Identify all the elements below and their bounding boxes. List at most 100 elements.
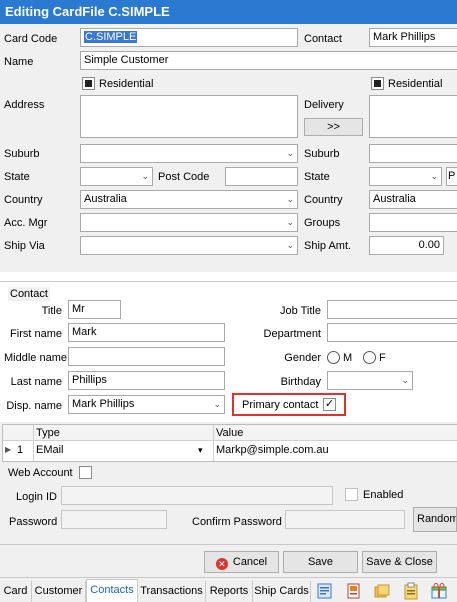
department-label: Department <box>263 328 321 340</box>
web-account-checkbox[interactable] <box>79 466 92 479</box>
primary-contact-label: Primary contact <box>242 399 319 411</box>
login-id-label: Login ID <box>16 491 57 503</box>
groups-input[interactable] <box>369 213 457 232</box>
chevron-down-icon: ⌄ <box>286 217 294 227</box>
delivery-post-code-input[interactable]: P <box>446 167 457 186</box>
state-combo[interactable]: ⌄ <box>80 167 153 186</box>
primary-contact-checkbox[interactable]: ✓ <box>323 398 336 411</box>
contact-group-divider <box>0 281 457 282</box>
cardfile-editor-window: Editing CardFile C.SIMPLE Card Code C.SI… <box>0 0 457 602</box>
chevron-down-icon: ⌄ <box>141 171 149 181</box>
delivery-residential-checkbox[interactable] <box>371 77 384 90</box>
disp-name-combo[interactable]: Mark Phillips ⌄ <box>68 395 225 414</box>
job-title-input[interactable] <box>327 300 457 319</box>
chevron-down-icon: ⌄ <box>401 375 409 385</box>
contact-input[interactable]: Mark Phillips <box>369 28 457 47</box>
password-input[interactable] <box>61 510 167 529</box>
gender-label: Gender <box>284 352 321 364</box>
chevron-down-icon: ⌄ <box>286 240 294 250</box>
chevron-down-icon: ⌄ <box>286 148 294 158</box>
documents-tab-icon[interactable] <box>345 582 363 600</box>
gender-male-label: M <box>343 352 353 364</box>
gender-female-radio[interactable] <box>363 351 376 364</box>
middle-name-input[interactable] <box>68 347 225 366</box>
web-account-label: Web Account <box>8 467 73 479</box>
residential-checkbox[interactable] <box>82 77 95 90</box>
tab-ship-cards[interactable]: Ship Cards <box>253 581 311 602</box>
chevron-down-icon: ⌄ <box>213 399 221 409</box>
card-code-input[interactable]: C.SIMPLE <box>80 28 298 47</box>
name-input[interactable]: Simple Customer <box>80 51 457 70</box>
ship-amt-input[interactable]: 0.00 <box>369 236 444 255</box>
gift-tab-icon[interactable] <box>430 582 448 600</box>
card-code-label: Card Code <box>4 33 58 45</box>
post-code-input[interactable] <box>225 167 298 186</box>
save-button[interactable]: Save <box>283 551 358 573</box>
birthday-picker[interactable]: ⌄ <box>327 371 413 390</box>
delivery-label: Delivery <box>304 99 344 111</box>
delivery-country-label: Country <box>304 194 343 206</box>
department-input[interactable] <box>327 323 457 342</box>
gender-female-label: F <box>379 352 386 364</box>
cancel-button[interactable]: ✕ Cancel <box>204 551 279 573</box>
enabled-checkbox[interactable] <box>345 488 358 501</box>
save-close-button[interactable]: Save & Close <box>362 551 437 573</box>
gender-male-radio[interactable] <box>327 351 340 364</box>
address-label: Address <box>4 99 45 111</box>
notes-tab-icon[interactable] <box>316 582 334 600</box>
suburb-label: Suburb <box>4 148 40 160</box>
action-bar-divider <box>0 544 457 545</box>
chevron-down-icon[interactable]: ▾ <box>198 442 203 458</box>
job-title-label: Job Title <box>280 305 321 317</box>
password-label: Password <box>9 516 58 528</box>
title-input[interactable]: Mr <box>68 300 121 319</box>
tab-bar: Card Customer Contacts Transactions Repo… <box>0 577 457 602</box>
check-icon: ✓ <box>324 398 335 410</box>
acc-mgr-combo[interactable]: ⌄ <box>80 213 298 232</box>
random-password-button[interactable]: Random <box>413 507 457 532</box>
grid-cell-value[interactable]: Markp@simple.com.au <box>216 442 329 458</box>
grid-row-number: 1 <box>17 444 24 456</box>
country-combo[interactable]: Australia ⌄ <box>80 190 298 209</box>
tab-contacts[interactable]: Contacts <box>86 579 138 602</box>
address-textarea[interactable] <box>80 95 298 138</box>
grid-cell-type[interactable]: EMail <box>36 442 64 458</box>
delivery-country-input[interactable]: Australia <box>369 190 457 209</box>
middle-name-label: Middle name <box>4 352 67 364</box>
country-value: Australia <box>84 193 127 205</box>
clipboard-tab-icon[interactable] <box>402 582 420 600</box>
tab-card[interactable]: Card <box>0 581 32 602</box>
confirm-password-input[interactable] <box>285 510 405 529</box>
delivery-suburb-input[interactable] <box>369 144 457 163</box>
cancel-label: Cancel <box>232 556 268 568</box>
ship-via-combo[interactable]: ⌄ <box>80 236 298 255</box>
chevron-down-icon: ⌄ <box>286 194 294 204</box>
contact-label: Contact <box>304 33 342 45</box>
login-id-input[interactable] <box>61 486 333 505</box>
confirm-password-label: Confirm Password <box>192 516 282 528</box>
disp-name-label: Disp. name <box>6 400 62 412</box>
residential-label: Residential <box>99 78 154 90</box>
enabled-label: Enabled <box>363 489 404 501</box>
grid-header-type: Type <box>36 427 60 439</box>
first-name-label: First name <box>10 328 62 340</box>
suburb-combo[interactable]: ⌄ <box>80 144 298 163</box>
acc-mgr-label: Acc. Mgr <box>4 217 48 229</box>
delivery-address-textarea[interactable] <box>369 95 457 138</box>
disp-name-value: Mark Phillips <box>72 398 135 410</box>
country-label: Country <box>4 194 43 206</box>
tab-reports[interactable]: Reports <box>206 581 253 602</box>
title-label: Title <box>41 305 62 317</box>
birthday-label: Birthday <box>280 376 321 388</box>
first-name-input[interactable]: Mark <box>68 323 225 342</box>
grid-col-sep <box>33 425 34 461</box>
folders-tab-icon[interactable] <box>373 582 391 600</box>
last-name-input[interactable]: Phillips <box>68 371 225 390</box>
tab-transactions[interactable]: Transactions <box>138 581 206 602</box>
delivery-state-label: State <box>304 171 330 183</box>
delivery-residential-label: Residential <box>388 78 443 90</box>
delivery-state-combo[interactable]: ⌄ <box>369 167 442 186</box>
tab-customer[interactable]: Customer <box>32 581 86 602</box>
copy-address-button[interactable]: >> <box>304 118 363 136</box>
cancel-icon: ✕ <box>215 558 228 570</box>
